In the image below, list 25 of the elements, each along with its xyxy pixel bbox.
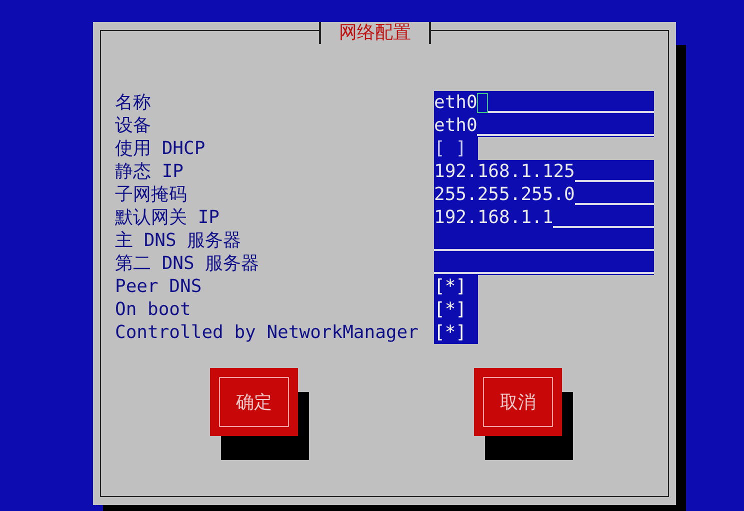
field-label: 使用 DHCP xyxy=(115,137,206,160)
checkbox[interactable]: [*] xyxy=(434,321,478,344)
field-label: 子网掩码 xyxy=(115,183,188,206)
field-label: On boot xyxy=(115,298,192,321)
field-label: 默认网关 IP xyxy=(115,206,221,229)
input-field[interactable] xyxy=(434,252,654,275)
input-field[interactable]: 192.168.1.1 xyxy=(434,206,654,229)
field-label: 设备 xyxy=(115,114,152,137)
input-field[interactable]: 255.255.255.0 xyxy=(434,183,654,206)
dialog-title: 网络配置 xyxy=(319,22,431,44)
checkbox[interactable]: [*] xyxy=(434,298,478,321)
input-field[interactable]: eth0 xyxy=(434,114,654,137)
field-label: Controlled by NetworkManager xyxy=(115,321,420,344)
field-label: 静态 IP xyxy=(115,160,185,183)
input-field[interactable]: 192.168.1.125 xyxy=(434,160,654,183)
input-field[interactable] xyxy=(434,229,654,252)
dialog-button[interactable]: 取消 xyxy=(474,368,562,436)
dialog-button[interactable]: 确定 xyxy=(210,368,298,436)
checkbox[interactable]: [*] xyxy=(434,275,478,298)
checkbox[interactable]: [ ] xyxy=(434,137,478,160)
field-label: 主 DNS 服务器 xyxy=(115,229,242,252)
input-field[interactable]: eth0 xyxy=(434,91,654,114)
field-label: Peer DNS xyxy=(115,275,203,298)
field-label: 第二 DNS 服务器 xyxy=(115,252,260,275)
field-label: 名称 xyxy=(115,91,152,114)
